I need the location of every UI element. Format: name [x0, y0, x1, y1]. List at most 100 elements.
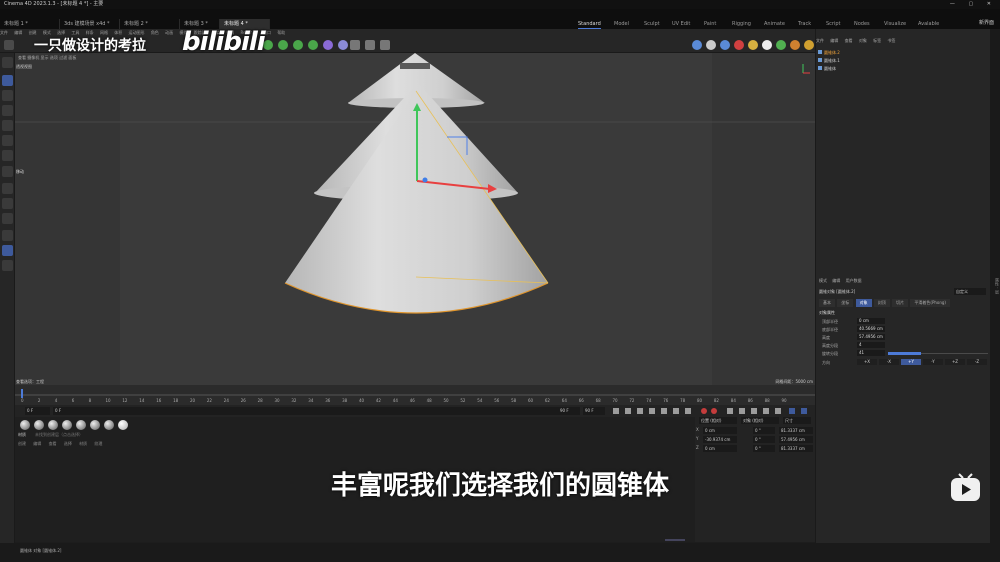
mat-menu-select[interactable]: 选择 — [64, 441, 72, 446]
coord-z-size[interactable]: 81.3337 cm — [779, 445, 813, 452]
record-icon[interactable] — [701, 408, 707, 414]
generator-icon[interactable] — [790, 40, 800, 50]
symmetry-icon[interactable] — [365, 40, 375, 50]
display-icon[interactable] — [706, 40, 716, 50]
vertical-side-strip[interactable]: 属性 · 层 — [990, 29, 1000, 543]
new-space-button[interactable]: 新界面 — [979, 18, 994, 28]
material-ball-7[interactable] — [104, 420, 114, 430]
window-controls[interactable]: — ▢ ✕ — [950, 0, 997, 9]
layout-tab-script[interactable]: Script — [826, 19, 841, 29]
timeline-extra-icon[interactable] — [801, 408, 807, 414]
start-frame-field[interactable]: 0 F — [53, 407, 558, 415]
end-frame-field[interactable]: 90 F — [583, 407, 605, 415]
coord-mode-dropdown[interactable]: 尺寸 — [783, 417, 811, 424]
attr-tab-caps[interactable]: 封顶 — [873, 299, 890, 307]
bottom-radius-input[interactable]: 40.5669 cm — [857, 326, 885, 332]
light-icon[interactable] — [748, 40, 758, 50]
points-mode-icon[interactable] — [2, 90, 13, 101]
next-key-icon[interactable] — [673, 408, 679, 414]
object-row-cone-2[interactable]: 圆锥体.2 — [818, 49, 988, 56]
prev-key-icon[interactable] — [625, 408, 631, 414]
coord-y-size[interactable]: 57.4956 cm — [779, 436, 813, 443]
orient-minus-z[interactable]: -Z — [967, 359, 987, 365]
object-row-cone[interactable]: 圆锥体 — [818, 65, 988, 72]
go-start-icon[interactable] — [613, 408, 619, 414]
object-row-cone-1[interactable]: 圆锥体.1 — [818, 57, 988, 64]
model-mode-icon[interactable] — [2, 75, 13, 86]
material-ball-3[interactable] — [48, 420, 58, 430]
snap-left-icon[interactable] — [2, 183, 13, 194]
rotate-tool-icon[interactable] — [293, 40, 303, 50]
layout-tab-uv-edit[interactable]: UV Edit — [672, 19, 690, 29]
viewport-scene[interactable] — [15, 53, 815, 385]
grid-extra-icon[interactable] — [2, 260, 13, 271]
sky-icon[interactable] — [762, 40, 772, 50]
grid-left-icon[interactable] — [2, 230, 13, 241]
auto-key-icon[interactable] — [711, 408, 717, 414]
layout-tab-rigging[interactable]: Rigging — [732, 19, 751, 29]
attr-tab-object[interactable]: 对象 — [855, 299, 872, 307]
orient-minus-y[interactable]: -Y — [923, 359, 943, 365]
layout-tab-visualize[interactable]: Visualize — [884, 19, 906, 29]
perspective-viewport[interactable]: 查看 摄像机 显示 选项 过滤 面板 透视视图 移动 查看选项：工程 网格间距：… — [15, 53, 815, 385]
prev-frame-icon[interactable] — [637, 408, 643, 414]
rotation-segments-input[interactable]: 41 — [857, 350, 885, 356]
doc-tab-3[interactable]: 未标题 2 * — [120, 19, 180, 29]
gizmo-z-axis[interactable] — [422, 177, 428, 183]
key-scale-icon[interactable] — [763, 408, 769, 414]
axis-icon[interactable] — [2, 166, 13, 177]
key-icon[interactable] — [727, 408, 733, 414]
mat-menu-create[interactable]: 创建 — [18, 441, 26, 446]
current-frame-field[interactable]: 0 F — [25, 407, 50, 415]
menu-help[interactable]: 帮助 — [277, 30, 285, 35]
mat-menu-view[interactable]: 查看 — [49, 441, 57, 446]
edges-mode-icon[interactable] — [2, 105, 13, 116]
height-segments-input[interactable]: 4 — [857, 342, 885, 348]
attr-tab-slice[interactable]: 切片 — [892, 299, 909, 307]
grid-active-icon[interactable] — [2, 245, 13, 256]
material-ball-1[interactable] — [20, 420, 30, 430]
undo-icon[interactable] — [4, 40, 14, 50]
coord-x-size[interactable]: 81.3337 cm — [779, 427, 813, 434]
snap-icon[interactable] — [338, 40, 348, 50]
grid-icon[interactable] — [350, 40, 360, 50]
play-icon[interactable] — [649, 408, 655, 414]
orient-plus-x[interactable]: +X — [857, 359, 877, 365]
menu-character[interactable]: 角色 — [151, 30, 159, 35]
timeline-ruler[interactable]: 0 2 4 6 8 10 12 14 16 18 20 22 24 26 28 30 32 34 36 38 40 42 4… — [15, 385, 815, 405]
uv-mode-icon[interactable] — [2, 135, 13, 146]
orient-plus-y[interactable]: +Y — [901, 359, 921, 365]
attr-tab-coord[interactable]: 坐标 — [837, 299, 854, 307]
layout-tab-nodes[interactable]: Nodes — [854, 19, 870, 29]
view-icon[interactable] — [692, 40, 702, 50]
obj-menu-object[interactable]: 对象 — [859, 38, 867, 43]
layout-tab-standard[interactable]: Standard — [578, 19, 601, 29]
modeling-tool-icon[interactable] — [323, 40, 333, 50]
extra-tool-icon[interactable] — [308, 40, 318, 50]
attr-tab-phong[interactable]: 平滑着色(Phong) — [910, 299, 950, 307]
obj-menu-bookmarks[interactable]: 书签 — [887, 38, 895, 43]
key-pos-icon[interactable] — [739, 408, 745, 414]
obj-menu-tags[interactable]: 标签 — [873, 38, 881, 43]
workplane-left-icon[interactable] — [2, 198, 13, 209]
mat-menu-edit[interactable]: 编辑 — [33, 441, 41, 446]
obj-menu-edit[interactable]: 编辑 — [830, 38, 838, 43]
doc-tab-1[interactable]: 未标题 1 * — [0, 19, 60, 29]
materials-tab[interactable]: 材质 — [18, 432, 26, 438]
coord-size-dropdown[interactable]: 对象 (相对) — [741, 417, 779, 424]
polygons-mode-icon[interactable] — [2, 120, 13, 131]
key-rot-icon[interactable] — [751, 408, 757, 414]
attr-menu-userdata[interactable]: 用户数据 — [846, 278, 862, 283]
menu-animate[interactable]: 动画 — [165, 30, 173, 35]
attr-tab-basic[interactable]: 基本 — [819, 299, 835, 307]
zoom-slider[interactable] — [665, 538, 685, 542]
obj-menu-file[interactable]: 文件 — [816, 38, 824, 43]
menu-edit[interactable]: 编辑 — [14, 30, 22, 35]
coord-x-rot[interactable]: 0 ° — [753, 427, 775, 434]
attributes-layer-dropdown[interactable]: 自定义 — [954, 288, 986, 295]
menu-file[interactable]: 文件 — [0, 30, 8, 35]
orient-plus-z[interactable]: +Z — [945, 359, 965, 365]
coord-z-rot[interactable]: 0 ° — [753, 445, 775, 452]
material-ball-5[interactable] — [76, 420, 86, 430]
layout-tab-avalable[interactable]: Avalable — [918, 19, 939, 29]
